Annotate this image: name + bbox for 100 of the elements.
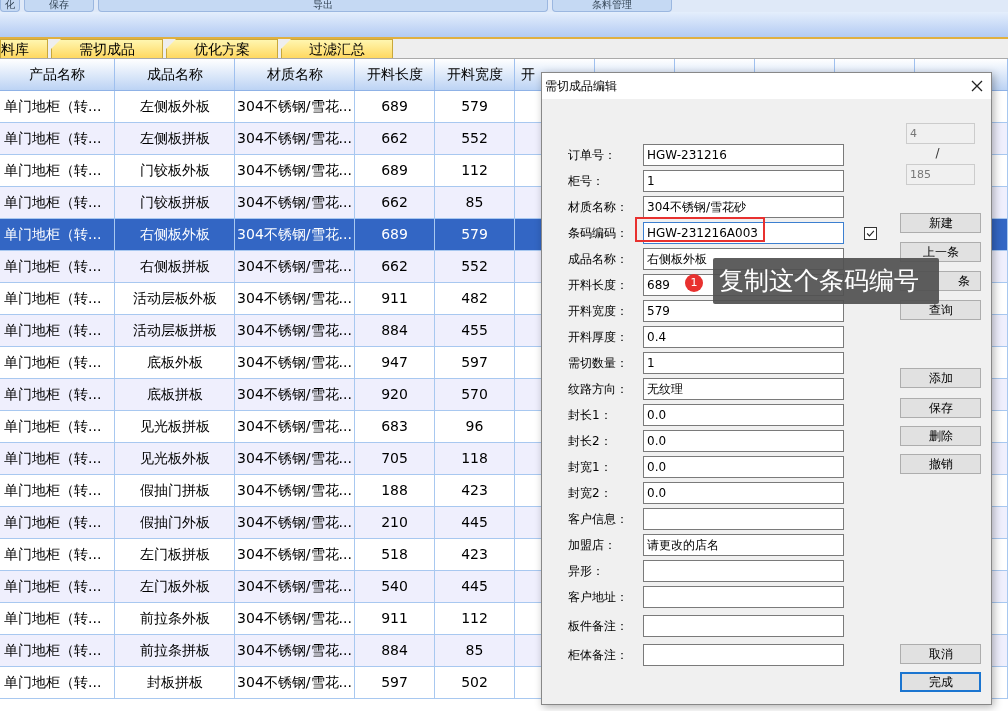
table-cell: 单门地柜（转... (0, 539, 115, 570)
table-cell: 304不锈钢/雪花... (235, 379, 355, 410)
table-cell: 911 (355, 283, 435, 314)
table-cell: 单门地柜（转... (0, 219, 115, 250)
table-cell: 445 (435, 507, 515, 538)
field-label: 柜体备注： (568, 647, 629, 664)
record-total-field: 185 (906, 164, 975, 185)
table-cell: 920 (355, 379, 435, 410)
record-index-field: 4 (906, 123, 975, 144)
field-label: 开料厚度： (568, 329, 629, 346)
table-cell: 423 (435, 475, 515, 506)
table-cell: 304不锈钢/雪花... (235, 283, 355, 314)
table-cell: 689 (355, 155, 435, 186)
table-cell: 540 (355, 571, 435, 602)
table-cell: 304不锈钢/雪花... (235, 91, 355, 122)
table-cell: 455 (435, 315, 515, 346)
table-cell: 304不锈钢/雪花... (235, 315, 355, 346)
table-cell: 见光板外板 (115, 443, 235, 474)
table-cell: 单门地柜（转... (0, 187, 115, 218)
table-cell: 304不锈钢/雪花... (235, 155, 355, 186)
table-cell: 单门地柜（转... (0, 283, 115, 314)
table-cell: 单门地柜（转... (0, 91, 115, 122)
table-cell: 单门地柜（转... (0, 379, 115, 410)
table-cell: 单门地柜（转... (0, 411, 115, 442)
table-cell: 304不锈钢/雪花... (235, 539, 355, 570)
table-cell: 底板拼板 (115, 379, 235, 410)
table-cell: 304不锈钢/雪花... (235, 571, 355, 602)
table-cell: 单门地柜（转... (0, 507, 115, 538)
table-cell: 304不锈钢/雪花... (235, 347, 355, 378)
table-cell: 门铰板外板 (115, 155, 235, 186)
table-cell: 689 (355, 219, 435, 250)
table-cell: 左侧板拼板 (115, 123, 235, 154)
table-cell: 见光板拼板 (115, 411, 235, 442)
table-cell: 683 (355, 411, 435, 442)
table-cell: 单门地柜（转... (0, 347, 115, 378)
table-cell: 假抽门外板 (115, 507, 235, 538)
table-cell: 947 (355, 347, 435, 378)
table-cell: 689 (355, 91, 435, 122)
table-cell: 右侧板拼板 (115, 251, 235, 282)
table-cell: 单门地柜（转... (0, 475, 115, 506)
field-label: 条码编码： (568, 225, 629, 242)
table-cell: 85 (435, 187, 515, 218)
field-label: 成品名称： (568, 251, 629, 268)
field-label: 板件备注： (568, 618, 629, 635)
table-cell: 单门地柜（转... (0, 443, 115, 474)
table-cell: 左门板拼板 (115, 539, 235, 570)
table-cell: 304不锈钢/雪花... (235, 123, 355, 154)
field-label: 客户信息： (568, 511, 629, 528)
field-label: 需切数量： (568, 355, 629, 372)
table-cell: 304不锈钢/雪花... (235, 603, 355, 634)
table-cell: 底板外板 (115, 347, 235, 378)
table-cell: 911 (355, 603, 435, 634)
table-cell: 662 (355, 187, 435, 218)
field-label: 封宽1： (568, 459, 613, 476)
table-cell: 112 (435, 155, 515, 186)
table-cell: 单门地柜（转... (0, 571, 115, 602)
field-label: 柜号： (568, 173, 605, 190)
table-cell: 右侧板外板 (115, 219, 235, 250)
field-label: 材质名称： (568, 199, 629, 216)
table-cell: 188 (355, 475, 435, 506)
table-cell: 96 (435, 411, 515, 442)
table-cell: 662 (355, 251, 435, 282)
table-cell: 304不锈钢/雪花... (235, 635, 355, 666)
table-cell: 左门板外板 (115, 571, 235, 602)
table-cell: 579 (435, 91, 515, 122)
field-label: 客户地址： (568, 589, 629, 606)
table-cell: 单门地柜（转... (0, 603, 115, 634)
table-cell: 封板拼板 (115, 667, 235, 698)
table-cell: 假抽门拼板 (115, 475, 235, 506)
table-cell: 570 (435, 379, 515, 410)
table-cell: 662 (355, 123, 435, 154)
table-cell: 单门地柜（转... (0, 667, 115, 698)
table-cell: 304不锈钢/雪花... (235, 507, 355, 538)
table-cell: 304不锈钢/雪花... (235, 219, 355, 250)
table-cell: 活动层板拼板 (115, 315, 235, 346)
table-cell: 304不锈钢/雪花... (235, 411, 355, 442)
table-cell: 304不锈钢/雪花... (235, 251, 355, 282)
table-cell: 423 (435, 539, 515, 570)
table-cell: 118 (435, 443, 515, 474)
table-cell: 884 (355, 635, 435, 666)
table-cell: 304不锈钢/雪花... (235, 475, 355, 506)
field-label: 封宽2： (568, 485, 613, 502)
table-cell: 482 (435, 283, 515, 314)
table-cell: 活动层板外板 (115, 283, 235, 314)
tooltip: 复制这个条码编号 (713, 258, 939, 304)
table-cell: 597 (355, 667, 435, 698)
table-cell: 552 (435, 251, 515, 282)
table-cell: 579 (435, 219, 515, 250)
field-label: 纹路方向： (568, 381, 629, 398)
table-cell: 单门地柜（转... (0, 251, 115, 282)
table-cell: 304不锈钢/雪花... (235, 443, 355, 474)
table-cell: 前拉条外板 (115, 603, 235, 634)
table-cell: 445 (435, 571, 515, 602)
table-cell: 门铰板拼板 (115, 187, 235, 218)
table-cell: 单门地柜（转... (0, 123, 115, 154)
field-label: 加盟店： (568, 537, 617, 554)
table-cell: 705 (355, 443, 435, 474)
table-cell: 304不锈钢/雪花... (235, 667, 355, 698)
table-cell: 112 (435, 603, 515, 634)
table-cell: 前拉条拼板 (115, 635, 235, 666)
